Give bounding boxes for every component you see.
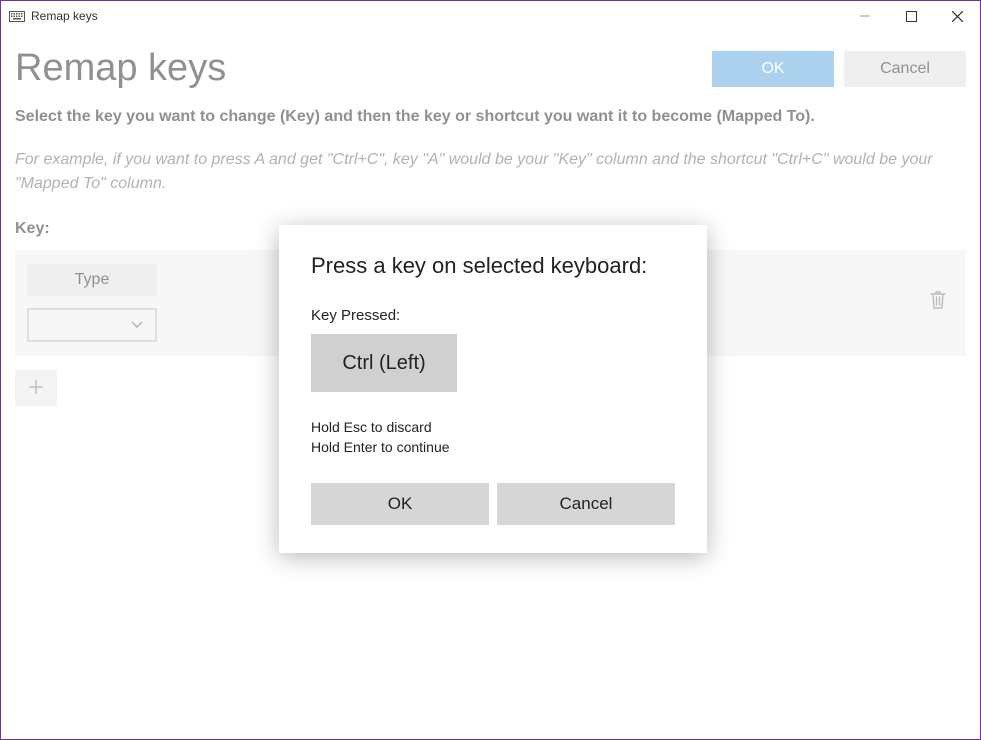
keypressed-label: Key Pressed: [311, 307, 675, 324]
dialog-hint: Hold Esc to discard Hold Enter to contin… [311, 418, 675, 457]
close-button[interactable] [934, 1, 980, 31]
hint-discard: Hold Esc to discard [311, 418, 675, 438]
hint-continue: Hold Enter to continue [311, 438, 675, 458]
dialog-buttons: OK Cancel [311, 483, 675, 525]
key-press-dialog: Press a key on selected keyboard: Key Pr… [279, 225, 707, 553]
minimize-button[interactable] [842, 1, 888, 31]
dialog-cancel-button[interactable]: Cancel [497, 483, 675, 525]
keypressed-value: Ctrl (Left) [311, 334, 457, 392]
window-title: Remap keys [31, 9, 98, 23]
maximize-button[interactable] [888, 1, 934, 31]
keyboard-icon [9, 10, 25, 22]
titlebar: Remap keys [1, 1, 980, 31]
dialog-title: Press a key on selected keyboard: [311, 253, 675, 279]
dialog-ok-button[interactable]: OK [311, 483, 489, 525]
window-controls [842, 1, 980, 31]
